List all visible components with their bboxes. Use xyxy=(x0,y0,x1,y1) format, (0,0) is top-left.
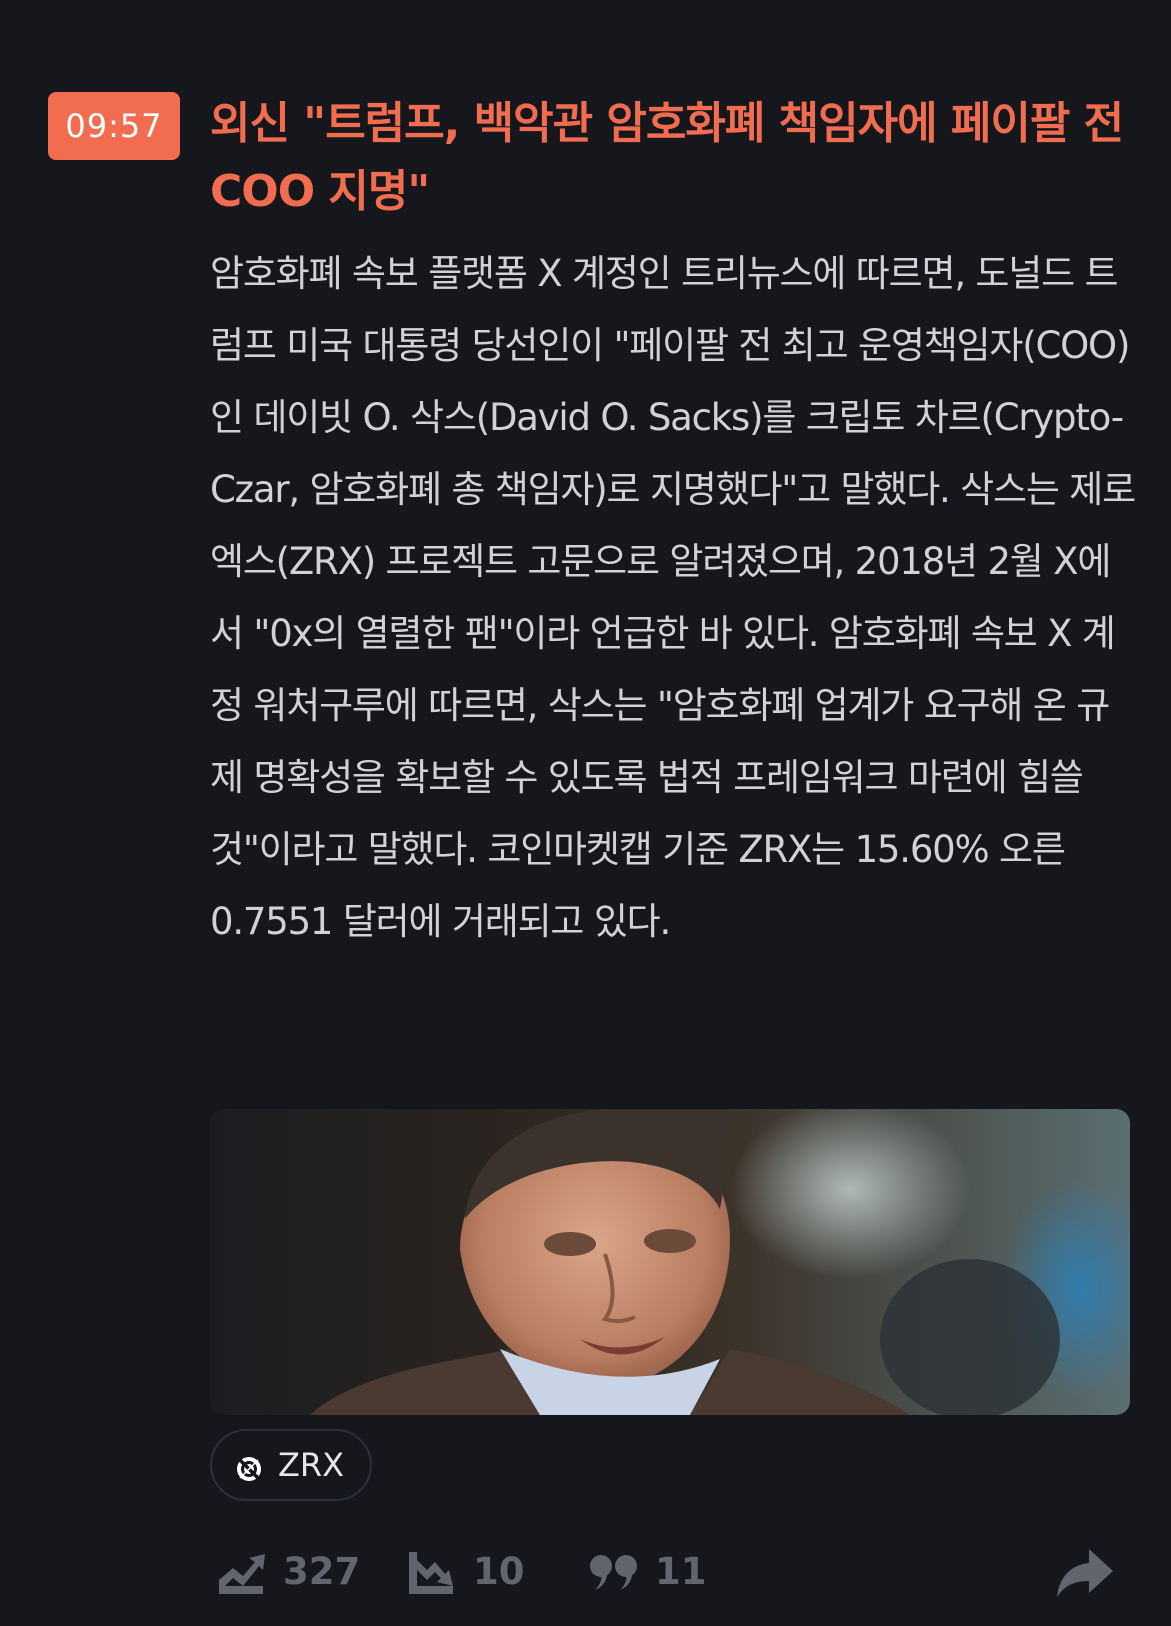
zrx-coin-icon xyxy=(236,1452,262,1481)
quote-icon xyxy=(587,1544,641,1598)
trend-up-icon xyxy=(215,1544,269,1598)
tag-chip-zrx[interactable]: ZRX xyxy=(210,1429,373,1501)
article-body: 암호화폐 속보 플랫폼 X 계정인 트리뉴스에 따르면, 도널드 트럼프 미국 … xyxy=(210,252,1136,943)
bullish-button[interactable]: 327 xyxy=(215,1536,360,1606)
comment-count: 11 xyxy=(655,1549,707,1593)
comment-button[interactable]: 11 xyxy=(587,1536,707,1606)
article-headline[interactable]: 외신 "트럼프, 백악관 암호화폐 책임자에 페이팔 전 COO 지명" xyxy=(210,90,1130,226)
time-badge: 09:57 xyxy=(48,92,180,160)
bullish-count: 327 xyxy=(283,1549,361,1593)
tag-chip-label: ZRX xyxy=(278,1446,345,1484)
action-bar: 327 10 11 xyxy=(215,1536,1115,1606)
bearish-button[interactable]: 10 xyxy=(405,1536,525,1606)
share-arrow-icon xyxy=(1055,1543,1115,1599)
trend-down-icon xyxy=(405,1544,459,1598)
share-button[interactable] xyxy=(1055,1536,1115,1606)
bearish-count: 10 xyxy=(473,1549,525,1593)
article-photo[interactable] xyxy=(210,1109,1130,1415)
